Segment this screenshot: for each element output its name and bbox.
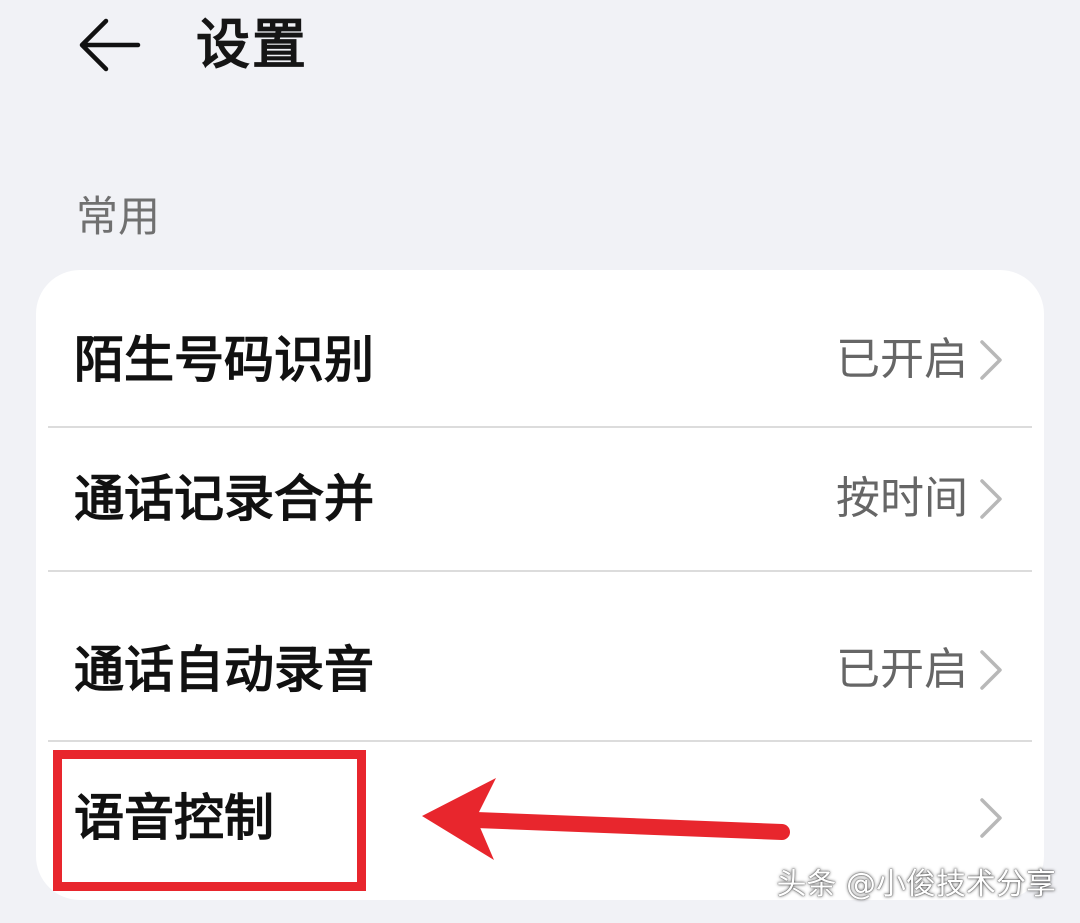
section-title: 常用	[76, 192, 161, 241]
page-title: 设置	[196, 13, 308, 76]
setting-row-auto-call-recording[interactable]: 通话自动录音 已开启	[36, 600, 1044, 740]
chevron-right-icon	[980, 479, 1002, 519]
setting-row-unknown-number-recognition[interactable]: 陌生号码识别 已开启	[36, 290, 1044, 430]
setting-label: 通话记录合并	[74, 470, 374, 528]
chevron-right-icon	[980, 340, 1002, 380]
arrow-left-red-icon	[422, 778, 790, 860]
setting-value: 已开启	[836, 644, 968, 695]
watermark: 头条 @小俊技术分享	[776, 867, 1056, 902]
divider	[48, 570, 1032, 572]
setting-row-call-log-merge[interactable]: 通话记录合并 按时间	[36, 428, 1044, 570]
setting-value: 已开启	[836, 334, 968, 385]
arrow-left-icon	[79, 18, 141, 72]
setting-label: 通话自动录音	[74, 641, 374, 699]
highlight-box	[53, 750, 366, 891]
back-button[interactable]	[70, 10, 148, 80]
setting-value: 按时间	[836, 473, 968, 524]
chevron-right-icon	[980, 798, 1002, 838]
setting-label: 陌生号码识别	[74, 331, 374, 389]
chevron-right-icon	[980, 650, 1002, 690]
divider	[48, 740, 1032, 742]
